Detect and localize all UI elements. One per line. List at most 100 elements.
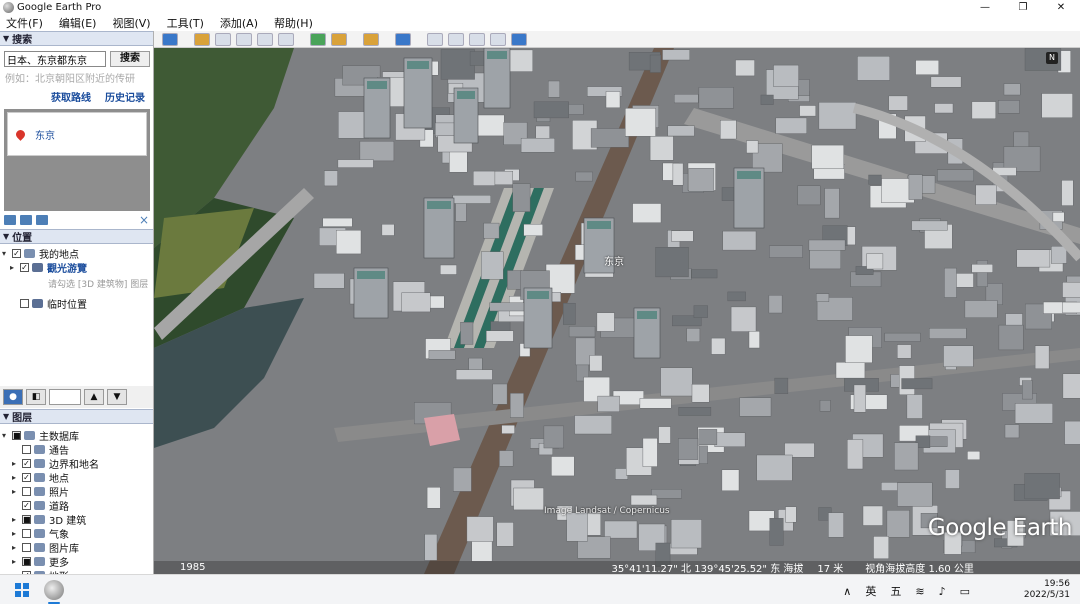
layer-row[interactable]: ▸ 气象 (2, 526, 153, 541)
checkbox[interactable]: ■ (22, 556, 31, 566)
checkbox[interactable]: ■ (12, 430, 21, 440)
up-arrow-icon[interactable]: ▲ (84, 389, 104, 405)
search-button[interactable]: 搜索 (110, 51, 150, 67)
layer-row[interactable]: 通告 (2, 442, 153, 457)
expand-icon[interactable]: ▸ (12, 487, 22, 496)
expand-icon[interactable]: ▸ (12, 543, 22, 552)
tour-label[interactable]: 觀光游覽 (47, 260, 87, 275)
layers-panel-title: 图层 (12, 413, 33, 424)
polygon-icon[interactable] (215, 32, 231, 46)
expand-icon[interactable]: ▸ (10, 263, 20, 272)
view-in-maps-icon[interactable] (511, 32, 527, 46)
clock[interactable]: 19:56 2022/5/31 (1024, 579, 1070, 601)
print-icon[interactable] (36, 215, 48, 225)
aerial-imagery (154, 48, 1080, 574)
checkbox[interactable]: ✓ (22, 458, 31, 468)
record-tour-icon[interactable] (278, 32, 294, 46)
search-input[interactable] (4, 51, 106, 67)
menu-add[interactable]: 添加(A) (220, 15, 258, 31)
checkbox[interactable] (22, 444, 31, 454)
minimize-button[interactable]: — (966, 0, 1004, 15)
ime-mode[interactable]: 五 (890, 583, 901, 599)
history-link[interactable]: 历史记录 (105, 89, 145, 104)
map-view[interactable]: N 东京 Image Landsat / Copernicus Google E… (154, 48, 1080, 574)
checkbox[interactable]: ✓ (20, 262, 29, 272)
expand-icon[interactable]: ▸ (12, 515, 22, 524)
expand-icon[interactable]: ▸ (12, 459, 22, 468)
system-tray: ∧ 英 五 ≋ ♪ ▭ (843, 583, 970, 599)
menu-help[interactable]: 帮助(H) (274, 15, 313, 31)
expand-icon[interactable]: ▾ (2, 431, 12, 440)
layer-row[interactable]: ▸ ✓ 地点 (2, 470, 153, 485)
expand-icon[interactable]: ▾ (2, 249, 12, 258)
layer-row[interactable]: ▾ ■ 主数据库 (2, 428, 153, 443)
layer-label: 边界和地名 (49, 459, 99, 471)
panel-toggle-icon[interactable]: ◧ (26, 389, 46, 405)
search-result-label[interactable]: 东京 (35, 127, 55, 142)
layer-row[interactable]: ▸ ✓ 边界和地名 (2, 456, 153, 471)
checkbox[interactable]: ■ (22, 514, 31, 524)
map-place-label[interactable]: 东京 (604, 253, 624, 268)
places-nav-strip: ● ◧ ▲ ▼ (0, 386, 153, 408)
checkbox[interactable] (22, 528, 31, 538)
layers-panel-header[interactable]: ▼ 图层 (0, 409, 153, 424)
tree-row-my-places[interactable]: ▾ ✓ 我的地点 (2, 246, 153, 261)
layer-row[interactable]: ▸ 照片 (2, 484, 153, 499)
layer-label: 通告 (49, 445, 69, 457)
history-imagery-icon[interactable] (310, 32, 326, 46)
get-directions-link[interactable]: 获取路线 (51, 89, 91, 104)
search-panel-header[interactable]: ▼ 搜索 (0, 31, 153, 46)
menu-tools[interactable]: 工具(T) (167, 15, 204, 31)
checkbox[interactable]: ✓ (22, 472, 31, 482)
search-icon[interactable]: ● (3, 389, 23, 405)
imagery-year[interactable]: 1985 (180, 562, 205, 573)
search-hint: 例如：北京朝阳区附近的传研 (5, 74, 135, 85)
checkbox[interactable] (22, 486, 31, 496)
close-button[interactable]: ✕ (1042, 0, 1080, 15)
battery-icon[interactable]: ▭ (960, 585, 970, 598)
tree-row-tour[interactable]: ▸ ✓ 觀光游覽 (2, 260, 153, 275)
nav-field[interactable] (49, 389, 81, 405)
windows-start-icon[interactable] (15, 583, 29, 597)
menu-edit[interactable]: 编辑(E) (59, 15, 97, 31)
down-arrow-icon[interactable]: ▼ (107, 389, 127, 405)
menu-view[interactable]: 视图(V) (112, 15, 150, 31)
places-panel-header[interactable]: ▼ 位置 (0, 229, 153, 244)
expand-icon[interactable]: ▸ (12, 557, 22, 566)
google-earth-taskbar-icon[interactable] (44, 580, 64, 600)
imagery-credit: Image Landsat / Copernicus (544, 506, 670, 516)
movie-maker-icon[interactable] (490, 32, 506, 46)
checkbox[interactable]: ✓ (12, 248, 21, 258)
email-icon[interactable] (427, 32, 443, 46)
checkbox[interactable]: ✓ (22, 500, 31, 510)
checkbox[interactable] (22, 542, 31, 552)
close-icon[interactable]: × (139, 213, 149, 227)
ime-language[interactable]: 英 (865, 583, 876, 599)
maximize-button[interactable]: ❐ (1004, 0, 1042, 15)
image-overlay-icon[interactable] (257, 32, 273, 46)
ruler-icon[interactable] (395, 32, 411, 46)
layer-row[interactable]: ▸ ■ 更多 (2, 554, 153, 569)
search-result-item[interactable]: 东京 (7, 112, 147, 156)
planets-icon[interactable] (363, 32, 379, 46)
path-icon[interactable] (236, 32, 252, 46)
save-folder-icon[interactable] (4, 215, 16, 225)
placemark-icon[interactable] (194, 32, 210, 46)
expand-icon[interactable]: ▸ (12, 473, 22, 482)
compass-north-icon[interactable]: N (1046, 52, 1058, 64)
print-icon[interactable] (448, 32, 464, 46)
checkbox[interactable] (20, 298, 29, 308)
tree-row-temp[interactable]: 临时位置 (2, 296, 153, 311)
layer-row[interactable]: ▸ 图片库 (2, 540, 153, 555)
sunlight-icon[interactable] (331, 32, 347, 46)
sidebar-toggle-icon[interactable] (162, 32, 178, 46)
expand-icon[interactable]: ▸ (12, 529, 22, 538)
tray-overflow-icon[interactable]: ∧ (843, 585, 851, 598)
wifi-icon[interactable]: ≋ (915, 585, 924, 598)
layer-row[interactable]: ✓ 道路 (2, 498, 153, 513)
volume-icon[interactable]: ♪ (939, 585, 946, 598)
copy-icon[interactable] (20, 215, 32, 225)
layer-row[interactable]: ▸ ■ 3D 建筑 (2, 512, 153, 527)
save-image-icon[interactable] (469, 32, 485, 46)
menu-file[interactable]: 文件(F) (6, 15, 43, 31)
